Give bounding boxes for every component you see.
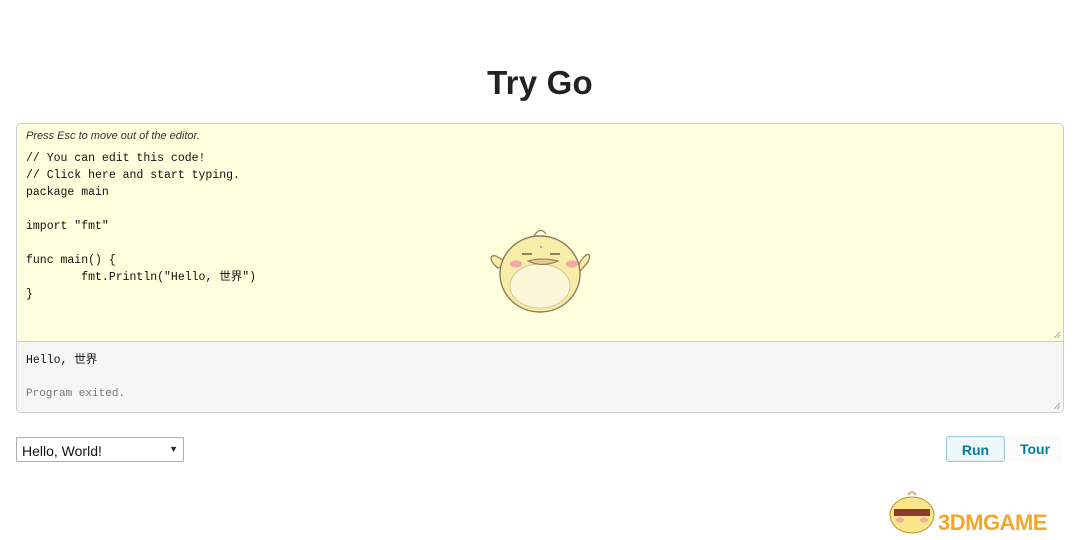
output-panel: Hello, 世界 Program exited. bbox=[17, 342, 1063, 412]
watermark-chick-icon bbox=[889, 491, 935, 534]
output-status: Program exited. bbox=[26, 388, 126, 400]
page-title: Try Go bbox=[487, 64, 593, 101]
chick-mascot-icon bbox=[490, 229, 591, 313]
tour-button[interactable]: Tour bbox=[1008, 436, 1062, 462]
resize-handle-icon[interactable] bbox=[1053, 402, 1061, 410]
editor-hint: Press Esc to move out of the editor. bbox=[26, 130, 200, 142]
code-text[interactable]: // You can edit this code! // Click here… bbox=[26, 150, 256, 303]
watermark-text: 3DMGAME bbox=[938, 510, 1047, 535]
resize-handle-icon[interactable] bbox=[1053, 331, 1061, 339]
run-button[interactable]: Run bbox=[946, 436, 1005, 462]
example-select-value: Hello, World! bbox=[22, 443, 102, 459]
output-text: Hello, 世界 bbox=[26, 354, 98, 367]
example-select[interactable]: Hello, World! ▼ bbox=[16, 437, 184, 462]
dropdown-arrow-icon: ▼ bbox=[169, 444, 178, 454]
